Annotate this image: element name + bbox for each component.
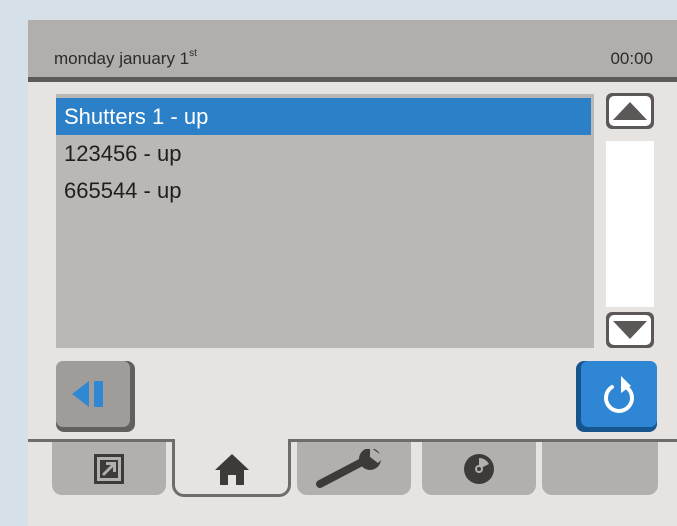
device-screen: monday january 1st 00:00 Shutters 1 - up… [28, 20, 677, 526]
triangle-down-icon [613, 321, 647, 339]
list-item[interactable]: 123456 - up [56, 135, 591, 172]
time-display: 00:00 [610, 49, 653, 68]
scroll-down-button[interactable] [606, 312, 654, 348]
back-icon [72, 381, 103, 407]
list-item-selected[interactable]: Shutters 1 - up [56, 98, 591, 135]
refresh-button[interactable] [576, 361, 657, 432]
tab-home[interactable] [172, 439, 291, 497]
refresh-icon [604, 376, 634, 413]
scrollbar-track[interactable] [606, 141, 654, 307]
tab-settings[interactable] [297, 442, 411, 495]
back-button[interactable] [56, 361, 135, 432]
tab-empty[interactable] [542, 442, 658, 495]
scroll-up-button[interactable] [606, 93, 654, 129]
tab-shortcut[interactable] [52, 442, 166, 495]
date-text: monday january 1 [54, 49, 190, 68]
list-item[interactable]: 665544 - up [56, 172, 591, 209]
wrench-icon [316, 448, 384, 488]
header-divider [28, 77, 677, 82]
date-suffix: st [189, 48, 197, 59]
status-header: monday january 1st 00:00 [28, 20, 677, 77]
open-arrow-icon [94, 453, 124, 484]
tab-media[interactable] [422, 442, 536, 495]
home-icon [214, 453, 249, 485]
date-display: monday january 1st [54, 48, 197, 69]
scene-list: Shutters 1 - up 123456 - up 665544 - up [56, 94, 594, 348]
disc-icon [464, 453, 494, 484]
triangle-up-icon [613, 102, 647, 120]
